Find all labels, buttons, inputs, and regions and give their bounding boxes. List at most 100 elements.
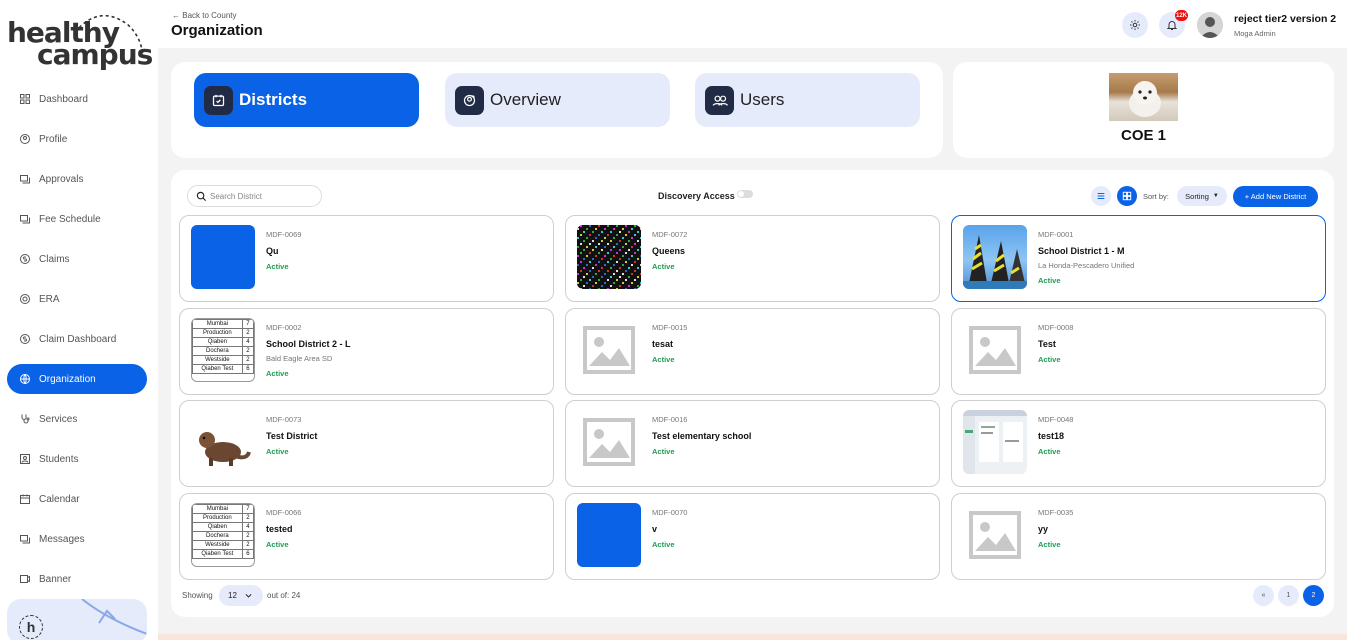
district-code: MDF-0048 xyxy=(1038,415,1074,424)
tab-overview[interactable]: Overview xyxy=(445,73,670,127)
district-code: MDF-0008 xyxy=(1038,322,1074,332)
district-name: Test District xyxy=(266,431,318,441)
sidebar-item-services[interactable]: Services xyxy=(7,404,147,434)
discovery-access-toggle[interactable] xyxy=(737,190,753,198)
image-placeholder-icon xyxy=(577,410,641,474)
profile-icon xyxy=(19,133,31,145)
district-card[interactable]: Mumbai 7 Production 2 Qiaben 4 Dochera 2 Westsid… xyxy=(179,307,554,395)
district-card[interactable]: MDF-0035 yy Active xyxy=(951,492,1326,580)
district-name: yy xyxy=(1038,523,1049,534)
district-name: Test elementary school xyxy=(652,431,752,441)
grid-view-button[interactable] xyxy=(1117,186,1137,206)
districts-panel: Discovery Access Sort by: Sorting ▼ + Ad… xyxy=(171,170,1334,617)
sidebar-item-label: Profile xyxy=(39,133,68,145)
sidebar-promo-card[interactable]: h xyxy=(7,599,147,640)
table-thumbnail: Mumbai 7 Production 2 Qiaben 4 Dochera 2 Westsid… xyxy=(191,502,255,567)
district-code: MDF-0072 xyxy=(652,230,688,239)
image-placeholder-icon xyxy=(963,317,1027,382)
grid-icon xyxy=(1122,191,1132,201)
dashboard-icon xyxy=(19,93,31,105)
students-icon xyxy=(19,453,31,465)
sidebar-item-era[interactable]: ERA xyxy=(7,284,147,314)
image-placeholder-icon xyxy=(577,317,641,382)
back-link[interactable]: ← Back to County xyxy=(172,11,236,20)
sidebar-item-label: Banner xyxy=(39,573,72,585)
status-badge: Active xyxy=(1038,447,1061,456)
claims-icon xyxy=(19,253,31,265)
sidebar-item-label: Claims xyxy=(39,253,70,265)
sidebar-item-calendar[interactable]: Calendar xyxy=(7,484,147,514)
sidebar-item-claim-dashboard[interactable]: Claim Dashboard xyxy=(7,324,147,354)
tab-districts-label: Districts xyxy=(239,90,308,109)
district-card[interactable]: MDF-0016 Test elementary school Active xyxy=(565,400,940,487)
page-button[interactable]: 1 xyxy=(1278,585,1299,606)
district-code: MDF-0016 xyxy=(652,415,688,424)
user-avatar[interactable] xyxy=(1197,12,1223,38)
sidebar-item-banner[interactable]: Banner xyxy=(7,564,147,594)
calendar-icon xyxy=(19,493,31,505)
coe-dog-image xyxy=(1109,73,1178,121)
blue-thumbnail xyxy=(191,225,255,289)
sidebar-item-organization[interactable]: Organization xyxy=(7,364,147,394)
tab-users[interactable]: Users xyxy=(695,73,920,127)
top-header: ← Back to County Organization 12K reject… xyxy=(158,0,1347,48)
district-card[interactable]: MDF-0072 Queens Active xyxy=(565,215,940,302)
bell-icon xyxy=(1166,21,1178,30)
sidebar-item-profile[interactable]: Profile xyxy=(7,124,147,154)
district-code: MDF-0073 xyxy=(266,415,302,424)
status-badge: Active xyxy=(652,262,675,271)
district-card[interactable]: MDF-0015 tesat Active xyxy=(565,307,940,395)
sorting-dropdown[interactable]: Sorting ▼ xyxy=(1177,186,1227,206)
chevron-down-icon xyxy=(245,594,252,598)
status-badge: Active xyxy=(1038,276,1061,285)
district-name: Test xyxy=(1038,338,1056,349)
district-card[interactable]: MDF-0073 Test District Active xyxy=(179,400,554,487)
page-button[interactable]: 2 xyxy=(1303,585,1324,606)
messages-icon xyxy=(19,533,31,545)
tab-districts[interactable]: Districts xyxy=(194,73,419,127)
sidebar-item-messages[interactable]: Messages xyxy=(7,524,147,554)
search-box[interactable] xyxy=(187,185,322,207)
district-card[interactable]: MDF-0048 test18 Active xyxy=(951,400,1326,487)
sidebar-item-dashboard[interactable]: Dashboard xyxy=(7,84,147,114)
settings-button[interactable] xyxy=(1122,12,1148,38)
district-card[interactable]: Mumbai 7 Production 2 Qiaben 4 Dochera 2 Westsid… xyxy=(179,492,554,580)
user-name[interactable]: reject tier2 version 2 xyxy=(1234,13,1336,25)
district-code: MDF-0066 xyxy=(266,507,302,517)
table-thumbnail: Mumbai 7 Production 2 Qiaben 4 Dochera 2 Westsid… xyxy=(191,317,255,382)
bottom-strip xyxy=(158,634,1347,640)
sidebar-item-students[interactable]: Students xyxy=(7,444,147,474)
district-card[interactable]: MDF-0001 School District 1 - M La Honda-Pe… xyxy=(951,215,1326,302)
noise-thumbnail xyxy=(577,225,641,289)
sorting-label: Sorting xyxy=(1185,191,1209,201)
logo-text-campus: campus xyxy=(37,38,153,71)
page-size-value: 12 xyxy=(228,591,237,600)
list-icon xyxy=(1097,192,1105,200)
district-name: test18 xyxy=(1038,431,1065,441)
sidebar-item-label: Messages xyxy=(39,533,85,545)
district-card[interactable]: MDF-0069 Qu Active xyxy=(179,215,554,302)
list-view-button[interactable] xyxy=(1091,186,1111,206)
page-title: Organization xyxy=(171,22,263,39)
sidebar-item-label: Dashboard xyxy=(39,93,88,105)
district-code: MDF-0015 xyxy=(652,322,688,332)
sidebar-item-approvals[interactable]: Approvals xyxy=(7,164,147,194)
page-size-select[interactable]: 12 xyxy=(219,585,263,606)
sidebar-item-claims[interactable]: Claims xyxy=(7,244,147,274)
sidebar-item-label: Approvals xyxy=(39,173,84,185)
district-code: MDF-0002 xyxy=(266,322,302,332)
era-icon xyxy=(19,293,31,305)
sidebar-item-fee-schedule[interactable]: Fee Schedule xyxy=(7,204,147,234)
healthy-campus-logo[interactable]: healthy campus xyxy=(7,10,153,71)
add-new-district-button[interactable]: + Add New District xyxy=(1233,186,1318,207)
notification-badge: 12K xyxy=(1174,10,1188,21)
notifications-button[interactable]: 12K xyxy=(1159,10,1188,38)
district-card[interactable]: MDF-0008 Test Active xyxy=(951,307,1326,395)
status-badge: Active xyxy=(652,354,675,364)
status-badge: Active xyxy=(652,539,675,549)
district-card[interactable]: MDF-0070 v Active xyxy=(565,492,940,580)
globe-icon xyxy=(19,373,31,385)
search-input[interactable] xyxy=(210,191,305,201)
page-first-button[interactable]: « xyxy=(1253,585,1274,606)
status-badge: Active xyxy=(652,447,675,456)
